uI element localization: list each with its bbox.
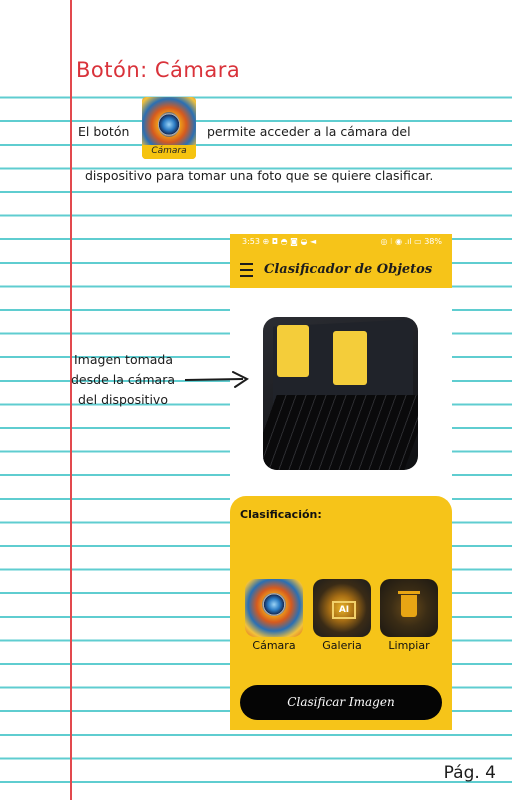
hamburger-menu-icon[interactable]: [240, 263, 253, 277]
camera-icon: Cámara: [142, 97, 196, 159]
camera-icon-caption: Cámara: [142, 145, 196, 159]
paragraph-line-2: dispositivo para tomar una foto que se q…: [85, 168, 434, 183]
status-right: ◎ ⁝ ◉ .ıl ▭ 38%: [380, 237, 442, 246]
camera-icon: [245, 579, 303, 637]
annotation-line-1: Imagen tomada: [74, 352, 174, 367]
paragraph-text-before-icon: El botón: [78, 124, 130, 139]
classification-panel: Clasificación: Cámara AI Galeria Limpiar…: [230, 496, 452, 730]
paragraph-text-after-icon: permite acceder a la cámara del: [207, 124, 411, 139]
app-top-bar: Clasificador de Objetos: [230, 250, 452, 288]
camera-option-label: Cámara: [252, 639, 296, 652]
status-left: 3:53 ⊕ ◘ ◓ ◙ ◒ ◄: [242, 237, 317, 246]
clear-option-button[interactable]: [380, 579, 438, 637]
gallery-option-button[interactable]: AI: [313, 579, 371, 637]
margin-line: [70, 0, 72, 800]
gallery-option-label: Galeria: [322, 639, 362, 652]
page-number: Pág. 4: [443, 763, 496, 783]
annotation-line-2: desde la cámara: [71, 372, 176, 387]
classification-label: Clasificación:: [240, 508, 322, 521]
page-title: Botón: Cámara: [76, 58, 241, 82]
app-title: Clasificador de Objetos: [264, 262, 433, 277]
classify-image-button[interactable]: Clasificar Imagen: [240, 685, 442, 720]
camera-option-button[interactable]: [245, 579, 303, 637]
arrow-right-icon: [184, 371, 249, 388]
trash-icon: [380, 579, 438, 637]
captured-photo: [263, 317, 418, 470]
clear-option-label: Limpiar: [388, 639, 430, 652]
gallery-ai-icon: AI: [313, 579, 371, 637]
phone-status-bar: 3:53 ⊕ ◘ ◓ ◙ ◒ ◄ ◎ ⁝ ◉ .ıl ▭ 38%: [230, 234, 452, 250]
annotation-line-3: del dispositivo: [78, 392, 168, 407]
